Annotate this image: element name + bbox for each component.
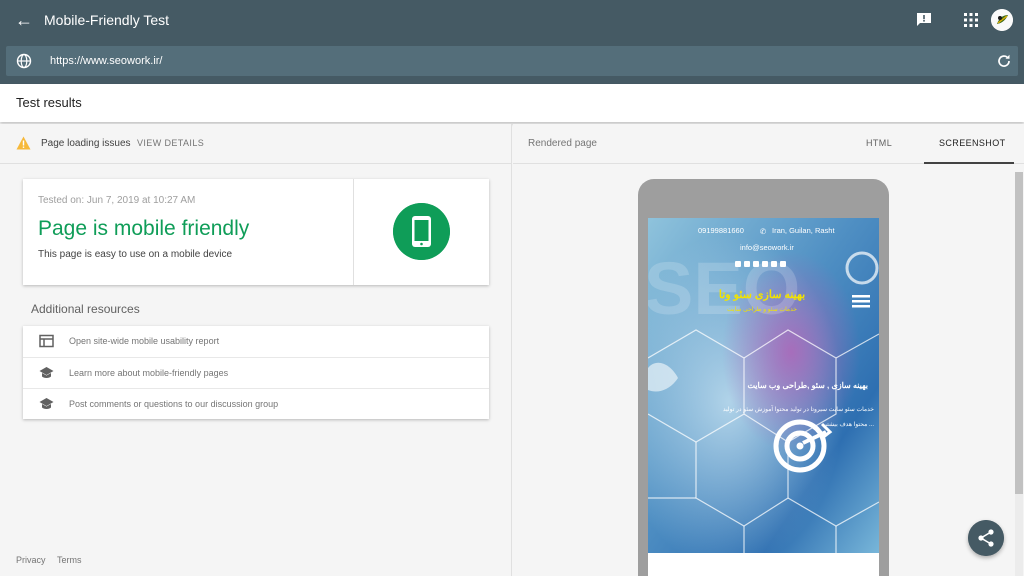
resources-list: Open site-wide mobile usability report L…	[23, 326, 489, 419]
rendered-page-title: Rendered page	[528, 138, 597, 149]
globe-icon	[16, 53, 32, 69]
additional-resources-title: Additional resources	[31, 302, 140, 316]
scrollbar[interactable]	[1015, 172, 1023, 576]
school-icon	[39, 367, 54, 378]
app-title: Mobile-Friendly Test	[44, 12, 170, 28]
page-loading-issues-row: Page loading issues VIEW DETAILS	[0, 124, 512, 164]
privacy-link[interactable]: Privacy	[16, 555, 46, 565]
warning-icon	[16, 136, 31, 150]
resource-label: Learn more about mobile-friendly pages	[69, 368, 229, 378]
mobile-phone-icon	[393, 203, 450, 260]
site-email: info@seowork.ir	[740, 243, 794, 252]
tab-screenshot[interactable]: SCREENSHOT	[924, 124, 1014, 164]
tab-screenshot-label: SCREENSHOT	[939, 138, 1006, 148]
issues-label: Page loading issues	[41, 138, 131, 149]
resource-learn-more[interactable]: Learn more about mobile-friendly pages	[23, 357, 489, 388]
site-slide-text: خدمات سئو سایت سیروتا در تولید محتوا آمو…	[722, 407, 874, 413]
result-description: This page is easy to use on a mobile dev…	[38, 249, 232, 260]
refresh-icon[interactable]	[996, 53, 1012, 69]
school-icon	[39, 398, 54, 409]
terms-link[interactable]: Terms	[57, 555, 82, 565]
back-arrow-icon[interactable]: ←	[14, 10, 34, 30]
feedback-icon[interactable]	[915, 11, 933, 29]
site-slide-text-2: محتوا هدف بیشتر ...	[823, 422, 874, 428]
avatar[interactable]	[991, 9, 1013, 31]
share-button[interactable]	[968, 520, 1004, 556]
resource-usability-report[interactable]: Open site-wide mobile usability report	[23, 326, 489, 357]
site-slide-title: بهینه سازی , سئو ,طراحی وب سایت	[747, 381, 868, 390]
rendered-screenshot: SEO ✆ 09199881660 Iran, Guilan, Rasht in…	[648, 218, 879, 576]
app-bar: ← Mobile-Friendly Test	[0, 0, 1024, 84]
scrollbar-thumb[interactable]	[1015, 172, 1023, 494]
url-bar	[6, 46, 1018, 76]
results-title: Test results	[16, 95, 82, 110]
rendered-page-header: Rendered page HTML SCREENSHOT	[513, 124, 1024, 164]
tab-html[interactable]: HTML	[866, 138, 892, 148]
site-contact-line: ✆	[760, 227, 767, 236]
view-details-link[interactable]: VIEW DETAILS	[137, 138, 204, 148]
results-header: Test results	[0, 84, 1024, 122]
report-icon	[39, 334, 54, 348]
site-location: Iran, Guilan, Rasht	[772, 226, 835, 235]
url-input[interactable]	[50, 51, 970, 71]
result-headline: Page is mobile friendly	[38, 217, 250, 240]
resource-label: Post comments or questions to our discus…	[69, 399, 279, 409]
resource-discussion-group[interactable]: Post comments or questions to our discus…	[23, 388, 489, 419]
site-phone: 09199881660	[698, 226, 744, 235]
site-brand: بهینه سازی سئو وتا	[718, 289, 806, 301]
tested-on-timestamp: Tested on: Jun 7, 2019 at 10:27 AM	[38, 195, 196, 206]
site-screenshot-blank-area	[648, 553, 879, 576]
card-divider	[353, 179, 354, 285]
result-card: Tested on: Jun 7, 2019 at 10:27 AM Page …	[23, 179, 489, 285]
right-pane: Rendered page HTML SCREENSHOT SEO ✆ 0919…	[513, 124, 1024, 576]
left-pane: Page loading issues VIEW DETAILS Tested …	[0, 124, 512, 576]
apps-grid-icon[interactable]	[962, 11, 980, 29]
phone-frame: SEO ✆ 09199881660 Iran, Guilan, Rasht in…	[638, 179, 889, 576]
site-brand-sub: خدمات سئو و طراحی سایت	[727, 307, 797, 313]
resource-label: Open site-wide mobile usability report	[69, 336, 220, 346]
